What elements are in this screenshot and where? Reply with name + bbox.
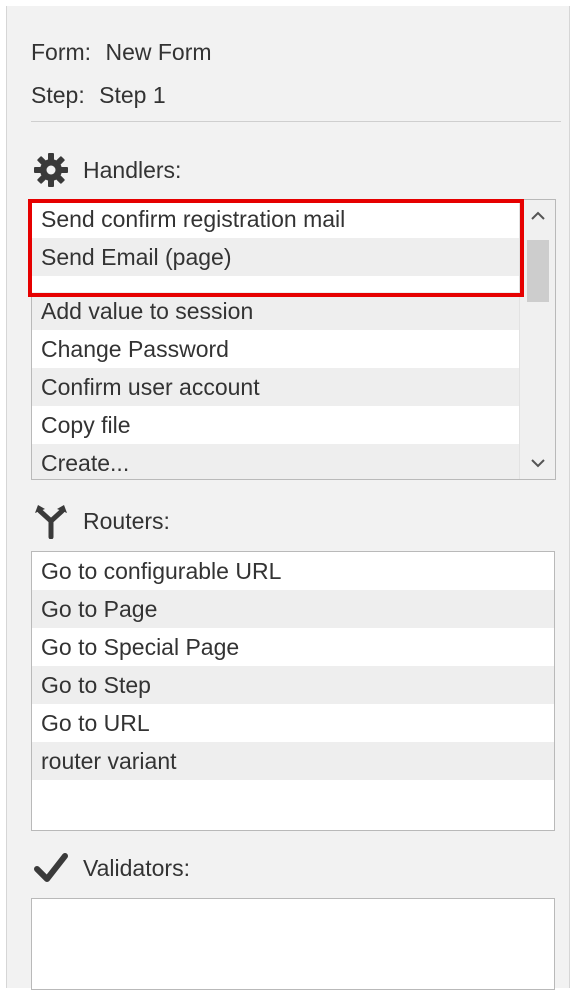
scroll-down-icon[interactable]	[520, 449, 555, 477]
scroll-up-icon[interactable]	[520, 202, 555, 230]
step-name: Step 1	[99, 82, 166, 108]
list-item[interactable]: Copy file	[32, 406, 555, 444]
validators-header: Validators:	[31, 848, 190, 888]
handlers-header: Handlers:	[31, 150, 181, 190]
router-fork-icon	[31, 501, 71, 541]
checkmark-icon	[31, 848, 71, 888]
form-key: Form:	[31, 39, 92, 65]
list-item[interactable]: Send confirm registration mail	[32, 200, 555, 238]
list-item[interactable]: Go to Page	[32, 590, 554, 628]
form-row: Form: New Form	[31, 39, 212, 66]
list-item[interactable]: router variant	[32, 742, 554, 780]
list-spacer	[32, 276, 555, 292]
properties-panel: Form: New Form Step: Step 1 Handlers: Se…	[6, 6, 570, 990]
list-item[interactable]: Go to Special Page	[32, 628, 554, 666]
handlers-list[interactable]: Send confirm registration mail Send Emai…	[31, 199, 556, 480]
list-item[interactable]: Add value to session	[32, 292, 555, 330]
scroll-thumb[interactable]	[527, 240, 549, 302]
validators-list[interactable]	[31, 898, 555, 990]
list-item[interactable]: Go to URL	[32, 704, 554, 742]
divider	[31, 121, 561, 122]
form-name: New Form	[105, 39, 212, 65]
routers-title: Routers:	[83, 507, 170, 534]
routers-header: Routers:	[31, 501, 170, 541]
validators-title: Validators:	[83, 854, 190, 881]
list-item[interactable]: Change Password	[32, 330, 555, 368]
list-item[interactable]: Create...	[32, 444, 555, 479]
handlers-selected-group: Send confirm registration mail Send Emai…	[32, 200, 555, 276]
step-key: Step:	[31, 82, 85, 108]
handlers-title: Handlers:	[83, 156, 182, 183]
list-item[interactable]: Send Email (page)	[32, 238, 555, 276]
routers-list[interactable]: Go to configurable URL Go to Page Go to …	[31, 551, 555, 831]
handlers-scrollbar[interactable]	[519, 200, 555, 479]
gear-icon	[31, 150, 71, 190]
step-row: Step: Step 1	[31, 82, 166, 109]
list-item[interactable]: Go to Step	[32, 666, 554, 704]
list-item[interactable]: Confirm user account	[32, 368, 555, 406]
list-item[interactable]: Go to configurable URL	[32, 552, 554, 590]
